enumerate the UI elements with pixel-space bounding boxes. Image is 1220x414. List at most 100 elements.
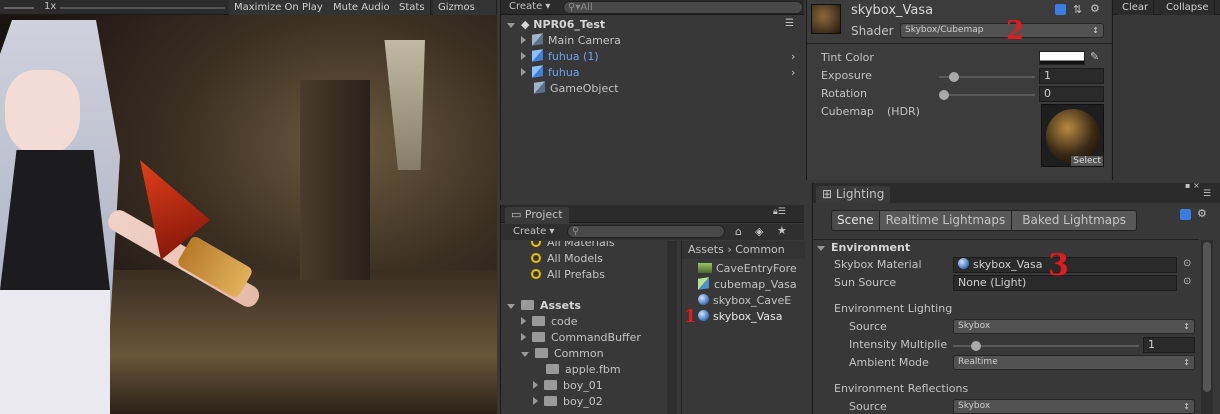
- environment-header[interactable]: Environment: [817, 240, 910, 256]
- expand-arrow-icon[interactable]: [817, 246, 825, 251]
- chevron-right-icon[interactable]: ›: [791, 50, 795, 63]
- expand-arrow-icon[interactable]: [533, 381, 538, 389]
- zoom-track[interactable]: [60, 7, 225, 9]
- tab-realtime-lightmaps[interactable]: Realtime Lightmaps: [878, 211, 1012, 230]
- stats-button[interactable]: Stats: [394, 0, 431, 15]
- help-icon[interactable]: [1180, 209, 1191, 220]
- tab-scene[interactable]: Scene: [832, 211, 879, 230]
- hierarchy-item[interactable]: fuhua: [521, 65, 580, 81]
- rotation-label: Rotation: [821, 87, 868, 100]
- hierarchy-search-input[interactable]: ⚲▾All: [563, 1, 803, 14]
- exposure-slider[interactable]: [939, 72, 1035, 82]
- intensity-input[interactable]: 1: [1143, 337, 1195, 353]
- lock-icon[interactable]: 🔒︎☰: [773, 207, 786, 217]
- zoom-slider[interactable]: [4, 7, 34, 9]
- project-create-button[interactable]: Create ▾: [513, 226, 554, 237]
- project-toolbar: Create ▾ ⚲ ⌂ ◈ ★: [501, 224, 804, 240]
- cubemap-select-button[interactable]: Select: [1071, 156, 1103, 166]
- folder-icon: [532, 332, 545, 342]
- scrollbar-thumb[interactable]: [1203, 242, 1211, 392]
- exposure-input[interactable]: 1: [1039, 68, 1104, 84]
- folder-tab-icon: ▭: [511, 208, 525, 221]
- chevron-right-icon[interactable]: ›: [791, 66, 795, 79]
- gameobject-icon: [534, 81, 545, 94]
- lighting-scrollbar[interactable]: [1201, 240, 1213, 414]
- console-panel: Clear Collapse: [1112, 0, 1220, 180]
- expand-arrow-icon[interactable]: [507, 23, 515, 28]
- file-label: CaveEntryFore: [716, 262, 797, 275]
- object-picker-icon[interactable]: ⊙: [1183, 258, 1191, 269]
- expand-arrow-icon[interactable]: [521, 317, 526, 325]
- slider-thumb[interactable]: [949, 72, 959, 82]
- expand-arrow-icon[interactable]: [521, 36, 526, 44]
- lighting-tab-label: Lighting: [835, 187, 885, 201]
- shader-dropdown[interactable]: Skybox/Cubemap: [900, 23, 1104, 38]
- breadcrumb-item[interactable]: Assets: [688, 243, 724, 256]
- folder-item[interactable]: code: [521, 314, 578, 330]
- expand-arrow-icon[interactable]: [521, 68, 526, 76]
- project-tree-scrollbar[interactable]: [667, 241, 677, 414]
- file-item-selected[interactable]: skybox_Vasa: [698, 309, 783, 325]
- character-face: [5, 70, 80, 155]
- panel-menu-icon[interactable]: ☰: [1203, 189, 1211, 199]
- preset-icon[interactable]: ⇅: [1073, 3, 1082, 16]
- project-tab[interactable]: ▭ Project: [505, 207, 569, 223]
- folder-item[interactable]: boy_02: [533, 394, 603, 410]
- hierarchy-item[interactable]: fuhua (1): [521, 49, 599, 65]
- favorite-item[interactable]: All Models: [531, 251, 603, 267]
- tab-baked-lightmaps[interactable]: Baked Lightmaps: [1011, 211, 1137, 230]
- filter-type-icon[interactable]: ⌂: [735, 225, 742, 238]
- project-search-input[interactable]: ⚲: [567, 225, 725, 238]
- gizmos-button[interactable]: Gizmos: [433, 0, 497, 15]
- console-clear-button[interactable]: Clear: [1117, 0, 1155, 15]
- lighting-tab[interactable]: ⊞ Lighting: [816, 186, 891, 203]
- folder-item[interactable]: apple.fbm: [546, 362, 621, 378]
- cubemap-asset-icon: [698, 277, 709, 290]
- intensity-slider[interactable]: [953, 341, 1139, 351]
- expand-arrow-icon[interactable]: [521, 333, 526, 341]
- breadcrumb-item[interactable]: Common: [735, 243, 785, 256]
- slider-thumb[interactable]: [939, 90, 949, 100]
- folder-label: code: [551, 315, 578, 328]
- folder-item[interactable]: Common: [521, 346, 604, 362]
- maximize-on-play-button[interactable]: Maximize On Play: [229, 0, 329, 15]
- gear-icon[interactable]: ⚙: [1090, 2, 1100, 15]
- reflection-source-dropdown[interactable]: Skybox: [953, 399, 1195, 414]
- source-dropdown[interactable]: Skybox: [953, 319, 1195, 334]
- cubemap-slot[interactable]: Select: [1041, 104, 1104, 167]
- file-item[interactable]: skybox_CaveE: [698, 293, 791, 309]
- hierarchy-create-button[interactable]: Create ▾: [509, 1, 550, 12]
- expand-arrow-icon[interactable]: [533, 397, 538, 405]
- rotation-input[interactable]: 0: [1039, 86, 1104, 102]
- expand-arrow-icon[interactable]: [521, 52, 526, 60]
- filter-label-icon[interactable]: ◈: [755, 225, 763, 238]
- eyedropper-icon[interactable]: ✎: [1090, 50, 1099, 63]
- object-picker-icon[interactable]: ⊙: [1183, 276, 1191, 287]
- rotation-slider[interactable]: [939, 90, 1035, 100]
- help-icon[interactable]: [1055, 4, 1066, 15]
- folder-item[interactable]: boy_01: [533, 378, 603, 394]
- gear-icon[interactable]: ⚙: [1197, 207, 1207, 220]
- mute-audio-button[interactable]: Mute Audio: [328, 0, 396, 15]
- expand-arrow-icon[interactable]: [507, 304, 515, 309]
- file-item[interactable]: cubemap_Vasa: [698, 277, 797, 293]
- scene-menu-icon[interactable]: ☰: [785, 18, 794, 29]
- hierarchy-item[interactable]: GameObject: [534, 81, 619, 97]
- favorite-item[interactable]: All Materials: [531, 241, 615, 251]
- expand-arrow-icon[interactable]: [521, 352, 529, 357]
- environment-reflections-label: Environment Reflections: [834, 382, 969, 395]
- folder-label: CommandBuffer: [551, 331, 641, 344]
- assets-root[interactable]: Assets: [507, 298, 581, 314]
- console-collapse-button[interactable]: Collapse: [1161, 0, 1215, 15]
- slider-thumb[interactable]: [971, 341, 981, 351]
- tint-color-field[interactable]: [1039, 51, 1085, 65]
- file-item[interactable]: CaveEntryFore: [698, 261, 797, 277]
- scene-row[interactable]: ◆ NPR06_Test: [507, 17, 605, 33]
- hierarchy-item[interactable]: Main Camera: [521, 33, 621, 49]
- favorite-item[interactable]: All Prefabs: [531, 267, 605, 283]
- material-icon: [698, 294, 709, 305]
- favorite-star-icon[interactable]: ★: [777, 224, 787, 237]
- maximize-icon[interactable]: ▪ ×: [1185, 181, 1200, 190]
- ambient-mode-dropdown[interactable]: Realtime: [953, 355, 1195, 370]
- folder-item[interactable]: CommandBuffer: [521, 330, 641, 346]
